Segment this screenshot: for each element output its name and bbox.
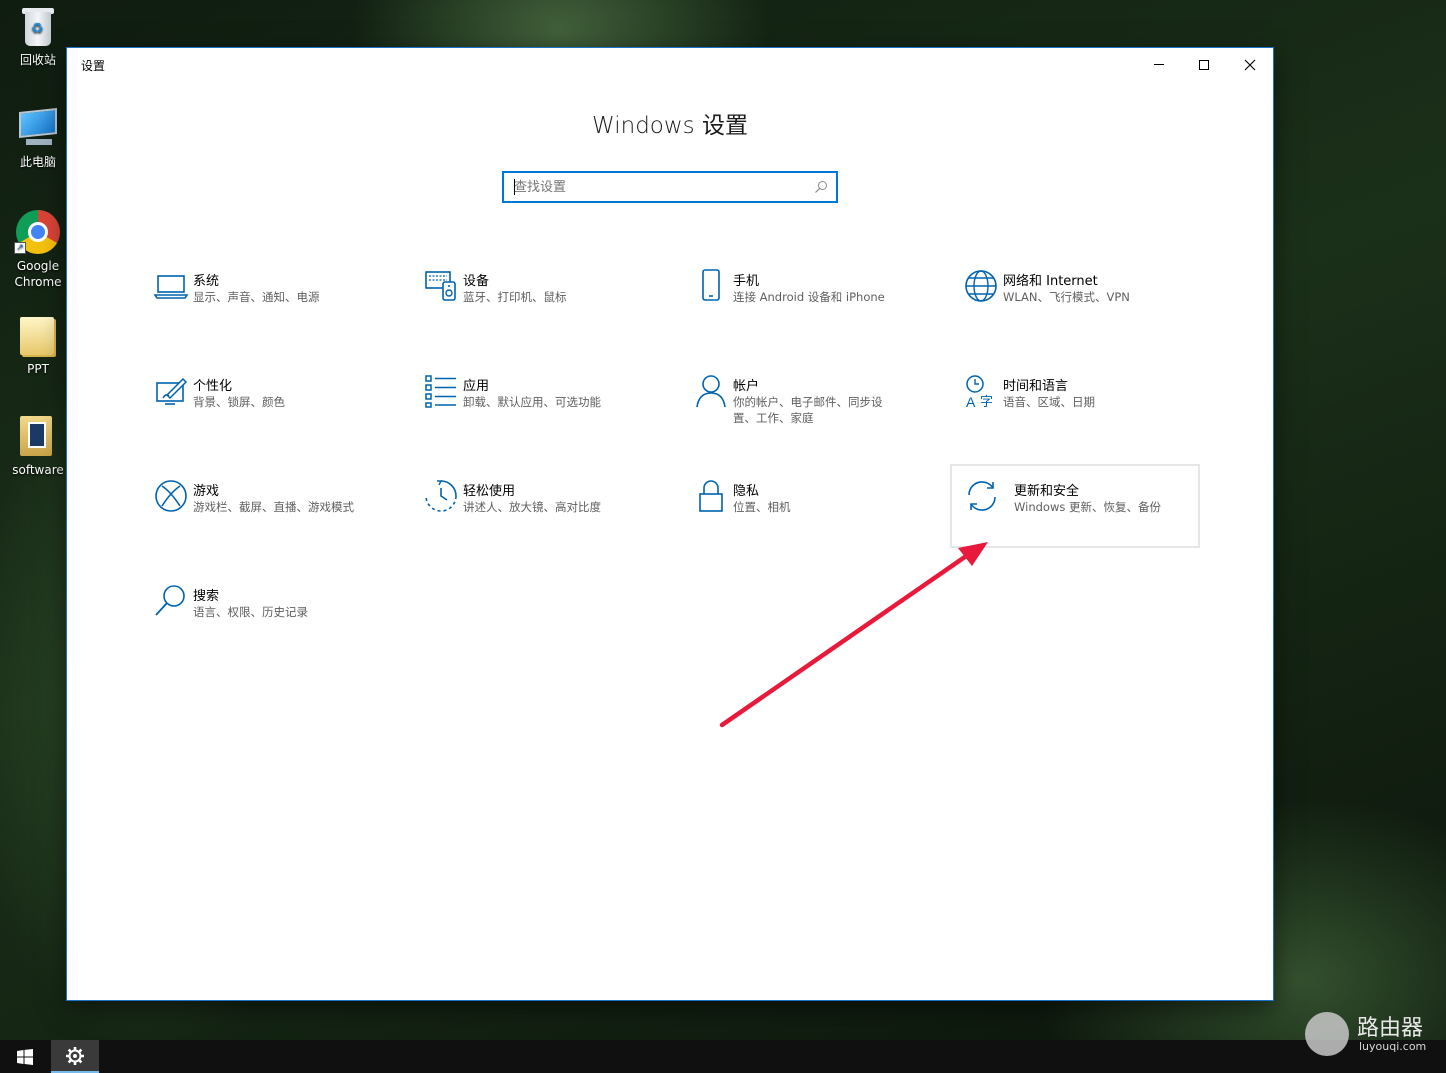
tile-subtitle: 蓝牙、打印机、鼠标 xyxy=(463,290,567,304)
tile-phone[interactable]: 手机 连接 Android 设备和 iPhone xyxy=(677,254,927,338)
taskbar-settings-app[interactable] xyxy=(51,1040,99,1073)
watermark: 路由器 luyouqi.com xyxy=(1305,1010,1445,1058)
search-icon[interactable] xyxy=(814,180,828,194)
folder-icon xyxy=(16,414,60,458)
desktop-icon-chrome[interactable]: ↗ Google Chrome xyxy=(6,210,70,290)
tile-subtitle: 位置、相机 xyxy=(733,500,791,514)
minimize-button[interactable] xyxy=(1136,48,1182,81)
ease-of-access-icon xyxy=(423,478,459,514)
tile-search[interactable]: 搜索 语言、权限、历史记录 xyxy=(137,569,387,653)
devices-icon xyxy=(423,268,459,304)
tile-devices[interactable]: 设备 蓝牙、打印机、鼠标 xyxy=(407,254,657,338)
chrome-icon: ↗ xyxy=(14,210,60,254)
desktop-icon-label: PPT xyxy=(27,362,49,376)
tile-subtitle: WLAN、飞行模式、VPN xyxy=(1003,290,1130,304)
tile-gaming[interactable]: 游戏 游戏栏、截屏、直播、游戏模式 xyxy=(137,464,387,548)
svg-text:字: 字 xyxy=(980,395,993,409)
maximize-button[interactable] xyxy=(1181,48,1227,81)
gear-icon xyxy=(66,1046,84,1065)
sync-icon xyxy=(964,478,1000,514)
tile-accounts[interactable]: 帐户 你的帐户、电子邮件、同步设置、工作、家庭 xyxy=(677,359,927,443)
title-bar[interactable]: 设置 xyxy=(67,48,1273,81)
desktop-icon-label: 此电脑 xyxy=(19,155,56,169)
tile-subtitle: 你的帐户、电子邮件、同步设置、工作、家庭 xyxy=(733,395,883,425)
minimize-icon xyxy=(1154,64,1164,65)
tile-title: 手机 xyxy=(733,274,760,289)
tile-subtitle: 语言、权限、历史记录 xyxy=(193,605,308,619)
watermark-text: 路由器 xyxy=(1357,1016,1424,1041)
desktop-icon-ppt[interactable]: PPT xyxy=(6,313,70,377)
text-caret xyxy=(514,179,515,195)
search-box[interactable] xyxy=(502,171,838,203)
time-language-icon: A字 xyxy=(963,373,999,410)
tile-title: 系统 xyxy=(193,274,220,289)
svg-text:A: A xyxy=(966,394,976,409)
taskbar xyxy=(0,1040,1446,1073)
recycle-bin-icon: ♻ xyxy=(19,6,57,48)
windows-logo-icon xyxy=(17,1048,33,1065)
tile-title: 隐私 xyxy=(733,484,760,499)
tile-privacy[interactable]: 隐私 位置、相机 xyxy=(677,464,927,548)
desktop-icon-this-pc[interactable]: 此电脑 xyxy=(6,106,70,170)
tile-title: 时间和语言 xyxy=(1003,379,1069,394)
tile-title: 网络和 Internet xyxy=(1003,274,1098,289)
tile-subtitle: 游戏栏、截屏、直播、游戏模式 xyxy=(193,500,354,514)
maximize-icon xyxy=(1199,59,1209,70)
globe-icon xyxy=(963,268,999,304)
tile-title: 个性化 xyxy=(193,379,233,394)
desktop-icon-recycle-bin[interactable]: ♻ 回收站 xyxy=(6,6,70,68)
settings-window: 设置 Windows 设置 系统 显示、声音、通知、电源 设备 蓝牙、打印机、鼠… xyxy=(67,48,1273,1000)
start-button[interactable] xyxy=(0,1040,50,1073)
desktop-icon-label: Google Chrome xyxy=(14,259,62,289)
tile-network[interactable]: 网络和 Internet WLAN、飞行模式、VPN xyxy=(947,254,1197,338)
tile-title: 帐户 xyxy=(733,379,760,394)
search-input[interactable] xyxy=(504,173,794,201)
tile-subtitle: 语音、区域、日期 xyxy=(1003,395,1095,409)
desktop-icon-label: 回收站 xyxy=(19,53,56,67)
window-title: 设置 xyxy=(81,59,106,73)
tile-time-language[interactable]: A字 时间和语言 语音、区域、日期 xyxy=(947,359,1197,443)
computer-icon xyxy=(16,106,60,150)
tile-system[interactable]: 系统 显示、声音、通知、电源 xyxy=(137,254,387,338)
laptop-icon xyxy=(153,268,189,304)
tile-update-security[interactable]: 更新和安全 Windows 更新、恢复、备份 xyxy=(950,464,1200,548)
watermark-url: luyouqi.com xyxy=(1359,1040,1427,1053)
tile-personalization[interactable]: 个性化 背景、锁屏、颜色 xyxy=(137,359,387,443)
tile-title: 应用 xyxy=(463,379,490,394)
desktop-icon-label: software xyxy=(12,463,64,477)
phone-icon xyxy=(693,268,729,304)
close-button[interactable] xyxy=(1227,48,1273,81)
close-icon xyxy=(1244,59,1256,70)
xbox-icon xyxy=(153,478,189,514)
tile-title: 游戏 xyxy=(193,484,220,499)
tile-subtitle: 显示、声音、通知、电源 xyxy=(193,290,320,304)
folder-icon xyxy=(16,313,60,357)
tile-ease-of-access[interactable]: 轻松使用 讲述人、放大镜、高对比度 xyxy=(407,464,657,548)
tile-subtitle: 背景、锁屏、颜色 xyxy=(193,395,285,409)
tile-title: 搜索 xyxy=(193,589,220,604)
router-logo-icon xyxy=(1305,1012,1349,1056)
person-icon xyxy=(693,373,729,409)
lock-icon xyxy=(693,478,729,514)
tile-title: 更新和安全 xyxy=(1014,484,1080,499)
tile-apps[interactable]: 应用 卸载、默认应用、可选功能 xyxy=(407,359,657,443)
personalize-icon xyxy=(153,373,189,409)
desktop-icon-software[interactable]: software xyxy=(6,414,70,478)
search-icon xyxy=(153,583,189,619)
tile-subtitle: 讲述人、放大镜、高对比度 xyxy=(463,500,601,514)
tile-subtitle: Windows 更新、恢复、备份 xyxy=(1014,500,1161,514)
tile-subtitle: 卸载、默认应用、可选功能 xyxy=(463,395,601,409)
tile-title: 轻松使用 xyxy=(463,484,516,499)
tile-subtitle: 连接 Android 设备和 iPhone xyxy=(733,290,885,304)
apps-list-icon xyxy=(423,373,459,409)
tile-title: 设备 xyxy=(463,274,490,289)
page-title: Windows 设置 xyxy=(592,113,748,139)
